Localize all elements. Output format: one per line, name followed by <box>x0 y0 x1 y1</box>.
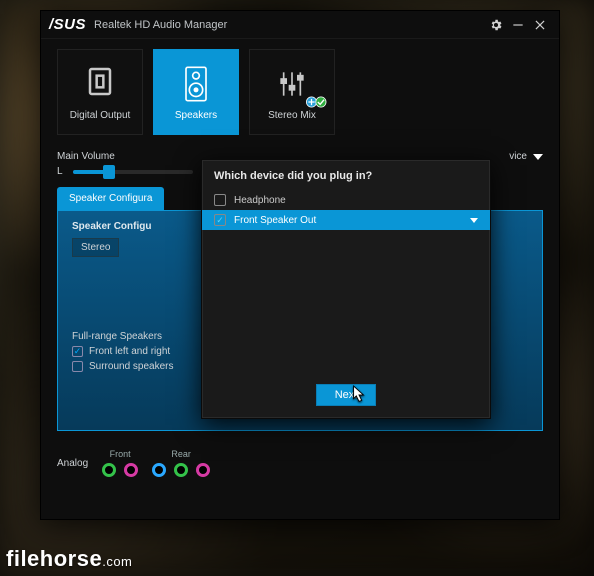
cursor-icon <box>350 385 368 408</box>
tab-speaker-config[interactable]: Speaker Configura <box>57 187 164 210</box>
close-icon <box>533 18 547 32</box>
window-title: Realtek HD Audio Manager <box>94 19 227 31</box>
device-selector-text: vice <box>509 151 527 162</box>
analog-label: Analog <box>57 458 88 469</box>
minimize-button[interactable] <box>507 14 529 36</box>
port-group-front: Front <box>102 449 138 477</box>
checkbox-icon <box>72 361 83 372</box>
port-group-rear: Rear <box>152 449 210 477</box>
jack-port[interactable] <box>152 463 166 477</box>
port-group-label: Rear <box>171 449 191 459</box>
checkbox-surround[interactable]: Surround speakers <box>72 361 174 372</box>
minimize-icon <box>511 18 525 32</box>
checkbox-front-lr[interactable]: Front left and right <box>72 346 174 357</box>
checkbox-icon <box>214 214 226 226</box>
analog-ports: Analog Front Rear <box>41 439 559 483</box>
settings-button[interactable] <box>485 14 507 36</box>
option-headphone[interactable]: Headphone <box>202 190 490 210</box>
device-tabs: Digital Output Speakers Stereo <box>41 39 559 143</box>
device-tab-speakers[interactable]: Speakers <box>153 49 239 135</box>
brand-logo: /SUS <box>49 16 86 33</box>
titlebar: /SUS Realtek HD Audio Manager <box>41 11 559 39</box>
main-volume-label: Main Volume <box>57 151 115 162</box>
checkbox-label: Front left and right <box>89 346 170 357</box>
digital-output-icon <box>80 64 120 104</box>
jack-port[interactable] <box>196 463 210 477</box>
device-selector[interactable]: vice <box>509 151 543 162</box>
device-tab-label: Digital Output <box>70 110 131 121</box>
jack-port[interactable] <box>102 463 116 477</box>
jack-port[interactable] <box>124 463 138 477</box>
option-label: Front Speaker Out <box>234 215 316 226</box>
dialog-title: Which device did you plug in? <box>202 160 490 190</box>
device-tab-stereomix[interactable]: Stereo Mix <box>249 49 335 135</box>
channel-label: L <box>57 166 63 177</box>
chevron-down-icon <box>533 154 543 160</box>
app-window: /SUS Realtek HD Audio Manager Digital Ou… <box>40 10 560 520</box>
checkbox-icon <box>214 194 226 206</box>
port-group-label: Front <box>110 449 131 459</box>
checkbox-label: Surround speakers <box>89 361 174 372</box>
chevron-down-icon <box>470 218 478 223</box>
gear-icon <box>489 18 503 32</box>
close-button[interactable] <box>529 14 551 36</box>
option-front-speaker-out[interactable]: Front Speaker Out <box>202 210 490 230</box>
speaker-config-dropdown[interactable]: Stereo <box>72 238 119 257</box>
device-tab-digital[interactable]: Digital Output <box>57 49 143 135</box>
speakers-icon <box>176 64 216 104</box>
checkbox-icon <box>72 346 83 357</box>
fullrange-label: Full-range Speakers <box>72 331 174 342</box>
plugin-dialog: Which device did you plug in? Headphone … <box>201 159 491 419</box>
jack-port[interactable] <box>174 463 188 477</box>
dropdown-value: Stereo <box>81 242 110 253</box>
status-badge-icon <box>306 95 328 112</box>
option-label: Headphone <box>234 195 286 206</box>
device-tab-label: Speakers <box>175 110 217 121</box>
volume-slider[interactable] <box>73 170 193 174</box>
watermark: filehorse.com <box>6 546 132 572</box>
